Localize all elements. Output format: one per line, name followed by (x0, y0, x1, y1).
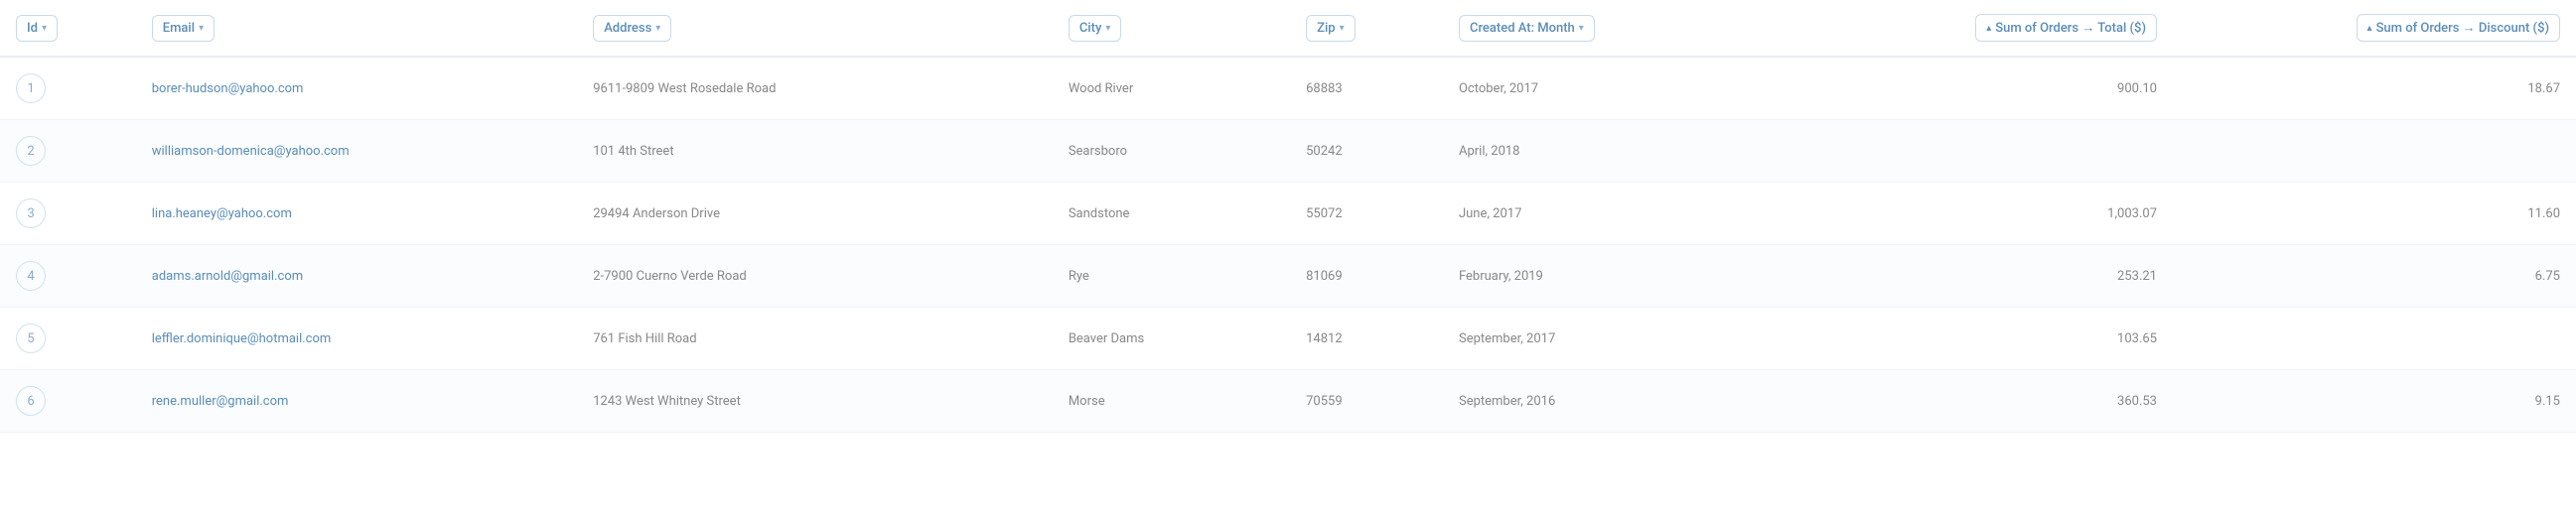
col-total-label: Sum of Orders → Total ($) (1995, 20, 2146, 36)
cell-city: Wood River (1053, 57, 1290, 120)
col-address-label: Address (604, 21, 651, 36)
chevron-down-icon: ▾ (1579, 23, 1584, 34)
cell-discount (2173, 120, 2576, 183)
chevron-down-icon: ▾ (1105, 23, 1110, 34)
cell-id: 6 (0, 370, 136, 433)
col-email-label: Email (163, 21, 195, 36)
cell-discount: 11.60 (2173, 183, 2576, 245)
table-row: 5 leffler.dominique@hotmail.com 761 Fish… (0, 308, 2576, 370)
table-row: 4 adams.arnold@gmail.com 2-7900 Cuerno V… (0, 245, 2576, 308)
chevron-down-icon: ▾ (199, 23, 204, 34)
cell-email: leffler.dominique@hotmail.com (136, 308, 577, 370)
cell-created-at: April, 2018 (1443, 120, 1783, 183)
table-row: 2 williamson-domenica@yahoo.com 101 4th … (0, 120, 2576, 183)
cell-city: Rye (1053, 245, 1290, 308)
id-badge: 1 (16, 73, 46, 103)
cell-address: 29494 Anderson Drive (577, 183, 1053, 245)
cell-id: 1 (0, 57, 136, 120)
sort-up-icon: ▴ (1986, 23, 1991, 34)
id-badge: 3 (16, 198, 46, 228)
id-badge: 6 (16, 386, 46, 416)
chevron-down-icon: ▾ (42, 23, 47, 34)
col-header-created[interactable]: Created At: Month ▾ (1443, 0, 1783, 57)
cell-email: rene.muller@gmail.com (136, 370, 577, 433)
cell-total: 103.65 (1783, 308, 2173, 370)
cell-zip: 14812 (1290, 308, 1443, 370)
cell-id: 5 (0, 308, 136, 370)
id-badge: 4 (16, 261, 46, 291)
col-id-label: Id (27, 21, 38, 36)
cell-total: 1,003.07 (1783, 183, 2173, 245)
chevron-down-icon: ▾ (1340, 23, 1345, 34)
id-badge: 5 (16, 324, 46, 353)
cell-city: Morse (1053, 370, 1290, 433)
col-header-email[interactable]: Email ▾ (136, 0, 577, 57)
cell-address: 761 Fish Hill Road (577, 308, 1053, 370)
data-table: Id ▾ Email ▾ Address ▾ (0, 0, 2576, 433)
cell-city: Sandstone (1053, 183, 1290, 245)
col-header-discount[interactable]: ▴ Sum of Orders → Discount ($) (2173, 0, 2576, 57)
cell-address: 101 4th Street (577, 120, 1053, 183)
cell-zip: 50242 (1290, 120, 1443, 183)
cell-discount (2173, 308, 2576, 370)
chevron-down-icon: ▾ (655, 23, 660, 34)
table-row: 1 borer-hudson@yahoo.com 9611-9809 West … (0, 57, 2576, 120)
cell-total: 360.53 (1783, 370, 2173, 433)
col-header-id[interactable]: Id ▾ (0, 0, 136, 57)
cell-email: borer-hudson@yahoo.com (136, 57, 577, 120)
sort-up-icon: ▴ (2367, 23, 2372, 34)
cell-discount: 6.75 (2173, 245, 2576, 308)
col-zip-label: Zip (1317, 21, 1335, 36)
cell-total (1783, 120, 2173, 183)
cell-email: adams.arnold@gmail.com (136, 245, 577, 308)
cell-total: 253.21 (1783, 245, 2173, 308)
cell-id: 4 (0, 245, 136, 308)
cell-address: 2-7900 Cuerno Verde Road (577, 245, 1053, 308)
cell-email: williamson-domenica@yahoo.com (136, 120, 577, 183)
col-header-zip[interactable]: Zip ▾ (1290, 0, 1443, 57)
cell-discount: 18.67 (2173, 57, 2576, 120)
col-header-total[interactable]: ▴ Sum of Orders → Total ($) (1783, 0, 2173, 57)
cell-email: lina.heaney@yahoo.com (136, 183, 577, 245)
cell-city: Searsboro (1053, 120, 1290, 183)
cell-created-at: June, 2017 (1443, 183, 1783, 245)
col-header-address[interactable]: Address ▾ (577, 0, 1053, 57)
cell-total: 900.10 (1783, 57, 2173, 120)
id-badge: 2 (16, 136, 46, 166)
table-row: 3 lina.heaney@yahoo.com 29494 Anderson D… (0, 183, 2576, 245)
cell-city: Beaver Dams (1053, 308, 1290, 370)
cell-zip: 70559 (1290, 370, 1443, 433)
cell-address: 9611-9809 West Rosedale Road (577, 57, 1053, 120)
cell-created-at: September, 2017 (1443, 308, 1783, 370)
cell-id: 2 (0, 120, 136, 183)
cell-id: 3 (0, 183, 136, 245)
cell-address: 1243 West Whitney Street (577, 370, 1053, 433)
col-created-label: Created At: Month (1470, 21, 1575, 36)
cell-created-at: October, 2017 (1443, 57, 1783, 120)
table-row: 6 rene.muller@gmail.com 1243 West Whitne… (0, 370, 2576, 433)
col-city-label: City (1079, 21, 1102, 36)
cell-zip: 55072 (1290, 183, 1443, 245)
cell-created-at: September, 2016 (1443, 370, 1783, 433)
cell-discount: 9.15 (2173, 370, 2576, 433)
cell-zip: 81069 (1290, 245, 1443, 308)
cell-zip: 68883 (1290, 57, 1443, 120)
col-header-city[interactable]: City ▾ (1053, 0, 1290, 57)
cell-created-at: February, 2019 (1443, 245, 1783, 308)
col-discount-label: Sum of Orders → Discount ($) (2376, 20, 2549, 36)
